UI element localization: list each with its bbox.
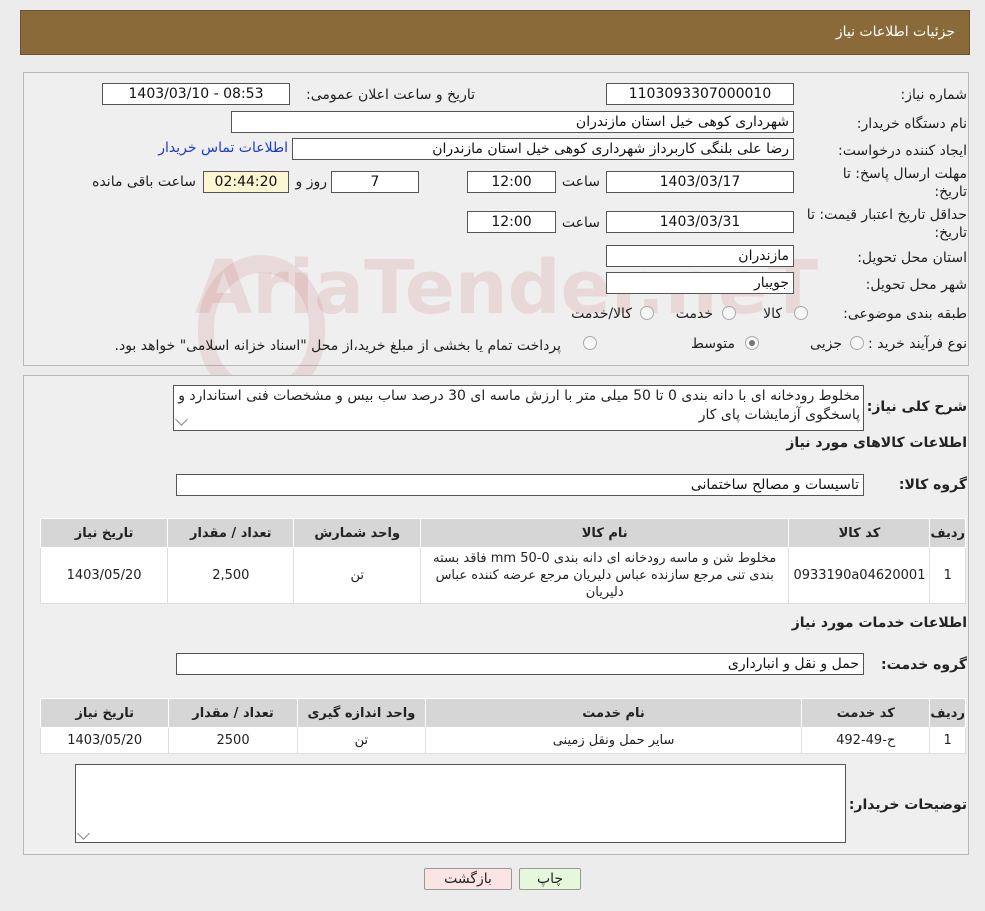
goods-group-field[interactable]: تاسیسات و مصالح ساختمانی [176, 474, 864, 496]
col-name: نام خدمت [425, 698, 803, 728]
goods-table-header: ردیف کد کالا نام کالا واحد شمارش تعداد /… [39, 518, 966, 548]
col-name: نام کالا [419, 518, 790, 548]
buyer-notes-label: توضیحات خریدار: [848, 797, 967, 813]
announce-field[interactable]: 1403/03/10 - 08:53 [102, 83, 290, 105]
cell-unit: تن [293, 547, 421, 604]
category-label: طبقه بندی موضوعی: [843, 306, 967, 322]
goods-table: ردیف کد کالا نام کالا واحد شمارش تعداد /… [39, 518, 966, 604]
validity-label: حداقل تاریخ اعتبار قیمت: تا تاریخ: [807, 207, 967, 241]
process-option-minor: جزیی [810, 336, 842, 352]
validity-date-field[interactable]: 1403/03/31 [606, 211, 794, 233]
col-code: کد خدمت [801, 698, 931, 728]
validity-time-label: ساعت [561, 215, 600, 231]
need-number-label: شماره نیاز: [900, 87, 968, 103]
process-option-medium: متوسط [691, 336, 735, 352]
description-text: مخلوط رودخانه ای با دانه بندی 0 تا 50 می… [178, 388, 860, 423]
category-option-goods: کالا [763, 306, 782, 322]
remaining-time-field: 02:44:20 [203, 171, 289, 193]
cell-date: 1403/05/20 [39, 547, 169, 604]
cell-qty: 2500 [168, 727, 298, 754]
deadline-time-field[interactable]: 12:00 [467, 171, 556, 193]
category-option-goods-service: کالا/خدمت [571, 306, 632, 322]
cell-date: 1403/05/20 [39, 727, 170, 754]
requester-label: ایجاد کننده درخواست: [838, 143, 967, 159]
col-row: ردیف [929, 518, 966, 548]
process-radio-minor[interactable] [850, 336, 864, 350]
cell-qty: 2,500 [167, 547, 295, 604]
services-section-title: اطلاعات خدمات مورد نیاز [791, 615, 967, 631]
cell-code: ح-49-492 [801, 727, 931, 754]
buyer-notes-textarea[interactable] [75, 764, 846, 843]
process-note: پرداخت تمام یا بخشی از مبلغ خرید،از محل … [114, 338, 561, 354]
col-date: تاریخ نیاز [39, 518, 169, 548]
category-radio-goods[interactable] [794, 306, 808, 320]
days-label: روز و [295, 174, 328, 190]
validity-time-field[interactable]: 12:00 [467, 211, 556, 233]
requester-field[interactable]: رضا علی بلنگی کاربرداز شهرداری کوهی خیل … [292, 138, 794, 160]
table-row[interactable]: 1 ح-49-492 سایر حمل ونقل زمینی تن 2500 1… [39, 727, 966, 754]
category-radio-service[interactable] [722, 306, 736, 320]
col-row: ردیف [929, 698, 966, 728]
need-number-field[interactable]: 1103093307000010 [606, 83, 794, 105]
col-qty: تعداد / مقدار [168, 698, 298, 728]
cell-name: مخلوط شن و ماسه رودخانه ای دانه بندی mm … [419, 547, 790, 604]
category-option-service: خدمت [675, 306, 713, 322]
buyer-contact-link[interactable]: اطلاعات تماس خریدار [158, 140, 288, 156]
deadline-label: مهلت ارسال پاسخ: تا تاریخ: [843, 166, 967, 200]
col-code: کد کالا [788, 518, 931, 548]
table-row[interactable]: 1 0933190a04620001 مخلوط شن و ماسه رودخا… [39, 547, 966, 604]
validity-label-line1: حداقل تاریخ اعتبار قیمت: تا [806, 207, 967, 223]
col-unit: واحد اندازه گیری [296, 698, 427, 728]
deadline-label-line1: مهلت ارسال پاسخ: تا [842, 166, 967, 182]
days-field[interactable]: 7 [331, 171, 419, 193]
announce-label: تاریخ و ساعت اعلان عمومی: [306, 87, 475, 103]
goods-section-title: اطلاعات کالاهای مورد نیاز [786, 435, 967, 451]
deadline-time-label: ساعت [561, 174, 600, 190]
page-title: جزئیات اطلاعات نیاز [835, 24, 955, 40]
services-table-header: ردیف کد خدمت نام خدمت واحد اندازه گیری ت… [39, 698, 966, 728]
col-unit: واحد شمارش [293, 518, 421, 548]
deadline-label-line2: تاریخ: [934, 184, 967, 200]
cell-row: 1 [929, 547, 966, 604]
city-field[interactable]: جویبار [606, 272, 794, 294]
province-label: استان محل تحویل: [857, 250, 967, 266]
back-button[interactable]: بازگشت [424, 868, 512, 890]
cell-unit: تن [296, 727, 427, 754]
description-textarea[interactable]: مخلوط رودخانه ای با دانه بندی 0 تا 50 می… [173, 385, 864, 431]
validity-label-line2: تاریخ: [934, 225, 967, 241]
col-qty: تعداد / مقدار [167, 518, 295, 548]
province-field[interactable]: مازندران [606, 245, 794, 267]
page-header: جزئیات اطلاعات نیاز [20, 10, 970, 55]
cell-name: سایر حمل ونقل زمینی [425, 727, 803, 754]
process-radio-treasury[interactable] [583, 336, 597, 350]
services-group-label: گروه خدمت: [881, 657, 967, 673]
buyer-org-field[interactable]: شهرداری کوهی خیل استان مازندران [231, 111, 794, 133]
print-button[interactable]: چاپ [519, 868, 581, 890]
category-radio-goods-service[interactable] [640, 306, 654, 320]
col-date: تاریخ نیاز [39, 698, 170, 728]
cell-code: 0933190a04620001 [788, 547, 931, 604]
cell-row: 1 [929, 727, 966, 754]
deadline-date-field[interactable]: 1403/03/17 [606, 171, 794, 193]
services-group-field[interactable]: حمل و نقل و انبارداری [176, 653, 864, 675]
goods-group-label: گروه کالا: [898, 477, 967, 493]
process-radio-medium[interactable] [745, 336, 759, 350]
city-label: شهر محل تحویل: [865, 277, 967, 293]
buyer-org-label: نام دستگاه خریدار: [856, 116, 967, 132]
process-label: نوع فرآیند خرید : [868, 336, 967, 352]
remaining-label: ساعت باقی مانده [92, 174, 196, 190]
services-table: ردیف کد خدمت نام خدمت واحد اندازه گیری ت… [39, 698, 966, 754]
description-label: شرح کلی نیاز: [866, 399, 967, 415]
